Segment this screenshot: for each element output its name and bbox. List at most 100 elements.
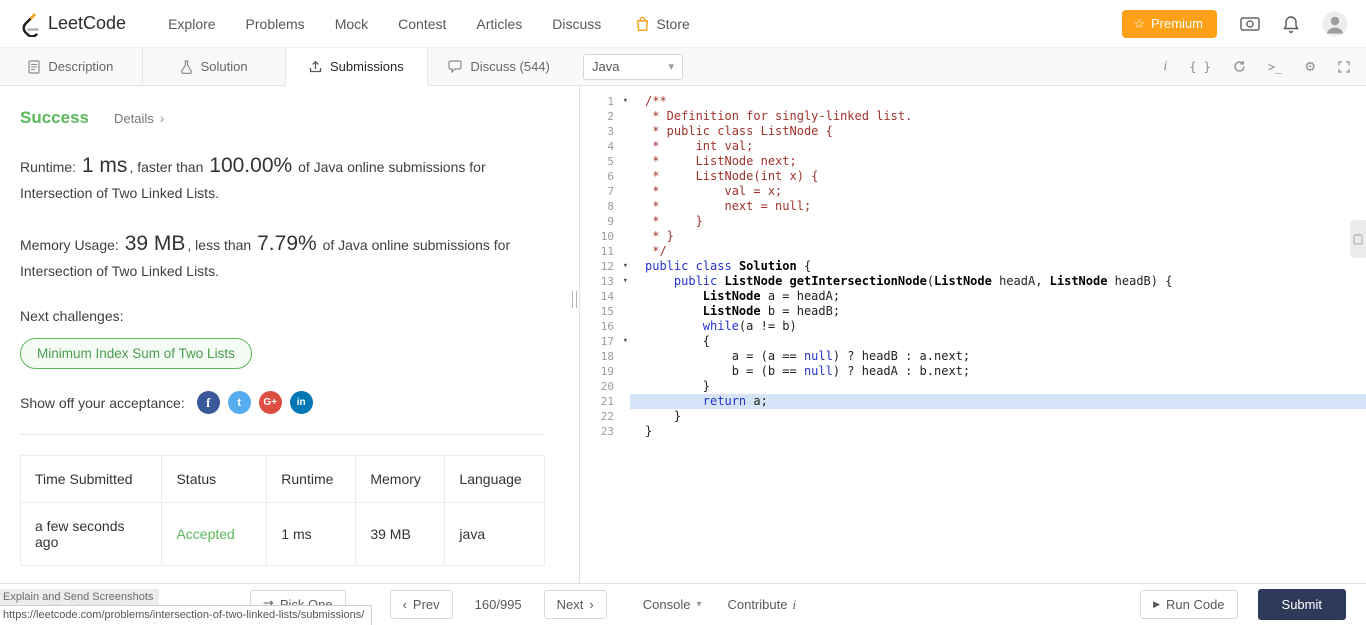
next-challenges-label: Next challenges: [20, 308, 124, 325]
editor-tools: i { } >_ ⚙ [1163, 59, 1350, 75]
nav-discuss[interactable]: Discuss [552, 16, 601, 32]
avatar[interactable] [1322, 11, 1348, 37]
tab-solution[interactable]: Solution [143, 48, 286, 85]
code-line[interactable]: } [630, 424, 1366, 439]
premium-button[interactable]: ☆ Premium [1122, 9, 1217, 38]
memory-summary: Memory Usage: 39 MB, less than 7.79% of … [20, 232, 511, 279]
code-line[interactable]: * Definition for singly-linked list. [630, 109, 1366, 124]
twitter-icon[interactable]: t [227, 391, 251, 415]
line-number: 10 [600, 230, 614, 243]
cell-memory: 39 MB [355, 502, 446, 567]
code-line[interactable]: public class Solution { [630, 259, 1366, 274]
google-plus-icon[interactable]: G+ [258, 391, 282, 415]
leetcode-logo[interactable]: LeetCode [18, 11, 126, 37]
linkedin-icon[interactable]: in [289, 391, 313, 415]
code-line[interactable]: b = (b == null) ? headA : b.next; [630, 364, 1366, 379]
nav-contest[interactable]: Contest [398, 16, 446, 32]
code-line[interactable]: } [630, 409, 1366, 424]
language-select[interactable]: Java ▾ [583, 53, 683, 80]
editor-toolbar: Java ▾ i { } >_ ⚙ [570, 48, 1366, 85]
chevron-right-icon: › [589, 597, 594, 612]
upload-icon [309, 60, 322, 73]
submit-button[interactable]: Submit [1257, 589, 1346, 620]
editor-gutter: 1 ▾ 2 3 4 5 6 7 8 9 10 11 12 ▾ 13 ▾ 14 15 16 17 ▾ 18 19 20 21 22 2… [580, 94, 630, 439]
code-line[interactable]: * ListNode(int x) { [630, 169, 1366, 184]
star-icon: ☆ [1133, 15, 1145, 31]
tab-description[interactable]: Description [0, 48, 143, 85]
nav-problems[interactable]: Problems [246, 16, 305, 32]
cell-time: a few seconds ago [19, 502, 163, 567]
splitter-handle-icon [572, 291, 577, 308]
tab-discuss[interactable]: Discuss (544) [428, 48, 570, 85]
code-line[interactable]: * int val; [630, 139, 1366, 154]
fold-arrow-icon[interactable]: ▾ [623, 94, 628, 109]
shell-icon[interactable]: >_ [1268, 60, 1282, 74]
code-line[interactable]: * ListNode next; [630, 154, 1366, 169]
problem-tabs: Description Solution Submissions Discuss… [0, 48, 570, 86]
navbar-right: ☆ Premium [1122, 9, 1348, 38]
code-line[interactable]: /** [630, 94, 1366, 109]
code-line[interactable]: * } [630, 229, 1366, 244]
play-icon: ▶ [1153, 599, 1160, 609]
prev-button[interactable]: ‹ Prev [389, 590, 453, 619]
panel-splitter[interactable] [570, 86, 580, 583]
code-line[interactable]: * public class ListNode { [630, 124, 1366, 139]
contribute-link[interactable]: Contribute i [727, 597, 796, 613]
line-number: 13 [600, 275, 614, 288]
code-line[interactable]: * next = null; [630, 199, 1366, 214]
nav-explore[interactable]: Explore [168, 16, 215, 32]
table-header-row: Time Submitted Status Runtime Memory Lan… [19, 455, 545, 504]
tab-submissions[interactable]: Submissions [285, 48, 429, 86]
code-line[interactable]: { [630, 334, 1366, 349]
code-line[interactable]: ListNode b = headB; [630, 304, 1366, 319]
editor-code[interactable]: /** * Definition for singly-linked list.… [630, 94, 1366, 439]
line-number: 23 [600, 425, 614, 438]
code-line[interactable]: } [630, 379, 1366, 394]
nav-articles[interactable]: Articles [476, 16, 522, 32]
nav-store[interactable]: Store [635, 16, 690, 32]
line-number: 20 [600, 380, 614, 393]
format-code-icon[interactable]: { } [1189, 60, 1211, 74]
line-number: 22 [600, 410, 614, 423]
info-icon: i [792, 596, 797, 612]
details-link[interactable]: Details › [114, 110, 164, 126]
code-editor[interactable]: 1 ▾ 2 3 4 5 6 7 8 9 10 11 12 ▾ 13 ▾ 14 15 16 17 ▾ 18 19 20 21 22 2… [580, 86, 1366, 583]
result-panel: Success Details › Runtime: 1 ms, faster … [0, 86, 570, 583]
run-code-button[interactable]: ▶ Run Code [1140, 590, 1238, 619]
code-line[interactable]: a = (a == null) ? headB : a.next; [630, 349, 1366, 364]
fullscreen-icon[interactable] [1338, 60, 1350, 73]
line-number: 6 [607, 170, 614, 183]
settings-icon[interactable]: ⚙ [1304, 59, 1316, 75]
challenge-link[interactable]: Minimum Index Sum of Two Lists [20, 338, 252, 370]
code-line[interactable]: return a; [630, 394, 1366, 409]
code-line[interactable]: * } [630, 214, 1366, 229]
info-icon[interactable]: i [1163, 59, 1167, 75]
clipboard-icon[interactable] [1350, 220, 1366, 258]
chat-bubble-icon [448, 60, 462, 73]
code-line[interactable]: public ListNode getIntersectionNode(List… [630, 274, 1366, 289]
runtime-summary: Runtime: 1 ms, faster than 100.00% of Ja… [20, 154, 486, 201]
nav-mock[interactable]: Mock [335, 16, 368, 32]
status-success: Success [20, 108, 89, 127]
accepted-link[interactable]: Accepted [161, 502, 268, 567]
code-line[interactable]: ListNode a = headA; [630, 289, 1366, 304]
fold-arrow-icon[interactable]: ▾ [623, 334, 628, 349]
leetcode-logo-icon [18, 11, 41, 37]
brand-name: LeetCode [48, 13, 127, 33]
fold-arrow-icon[interactable]: ▾ [623, 259, 628, 274]
extension-label: Explain and Send Screenshots [0, 589, 160, 605]
memory-value: 39 MB [124, 232, 186, 256]
screen-capture-icon[interactable] [1240, 16, 1260, 32]
cell-runtime: 1 ms [266, 502, 357, 567]
bell-icon[interactable] [1283, 15, 1299, 33]
fold-arrow-icon[interactable]: ▾ [623, 274, 628, 289]
reset-code-icon[interactable] [1233, 60, 1246, 73]
code-line[interactable]: */ [630, 244, 1366, 259]
runtime-percent: 100.00% [209, 154, 293, 177]
code-line[interactable]: * val = x; [630, 184, 1366, 199]
console-toggle[interactable]: Console ▾ [643, 597, 702, 612]
facebook-icon[interactable]: f [196, 391, 220, 415]
next-button[interactable]: Next › [543, 590, 607, 619]
submissions-table: Time Submitted Status Runtime Memory Lan… [19, 455, 545, 567]
code-line[interactable]: while(a != b) [630, 319, 1366, 334]
